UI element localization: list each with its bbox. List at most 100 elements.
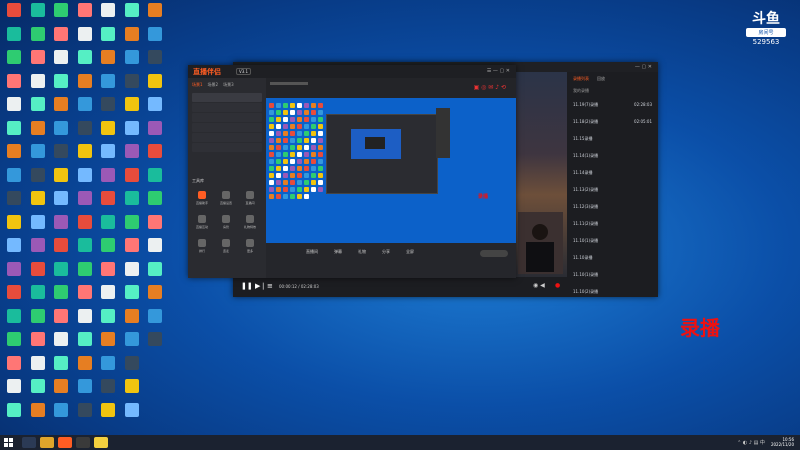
desktop-icon[interactable]	[50, 355, 72, 378]
desktop-icon[interactable]	[27, 26, 49, 49]
desktop-icon[interactable]	[121, 402, 143, 425]
list-item[interactable]: 11.12(3)录播	[567, 198, 658, 215]
desktop-icon[interactable]	[3, 144, 25, 166]
desktop-icon[interactable]	[121, 308, 143, 331]
tool-item[interactable]: 礼物特效	[238, 212, 262, 236]
taskbar-explorer-icon[interactable]	[40, 437, 54, 448]
desktop-icon[interactable]	[50, 238, 72, 260]
desktop-icon[interactable]	[121, 238, 143, 260]
list-item[interactable]: 11.19(7)录播 02:28:03	[567, 96, 658, 113]
desktop-icon[interactable]	[97, 402, 119, 425]
bottom-control-label[interactable]: 礼物	[358, 249, 366, 255]
desktop-icon[interactable]	[97, 355, 119, 378]
desktop-icon[interactable]	[97, 191, 119, 213]
tool-item[interactable]: 排行	[190, 236, 214, 260]
desktop-icon[interactable]	[27, 238, 49, 260]
desktop-icon[interactable]	[27, 73, 49, 96]
scene-tab-2[interactable]: 场景2	[208, 82, 219, 88]
desktop-icon[interactable]	[144, 120, 166, 143]
desktop-icon[interactable]	[3, 285, 25, 307]
desktop-icon[interactable]	[50, 308, 72, 331]
desktop-icon[interactable]	[121, 73, 143, 96]
desktop-icon[interactable]	[97, 3, 119, 25]
next-icon[interactable]: ▶❘	[255, 282, 266, 290]
desktop-icon[interactable]	[97, 26, 119, 49]
desktop-icon[interactable]	[50, 214, 72, 237]
desktop-icon[interactable]	[50, 3, 72, 25]
desktop-icon[interactable]	[50, 285, 72, 307]
tab-replay[interactable]: 回放	[597, 76, 605, 82]
desktop-icon[interactable]	[74, 26, 96, 49]
desktop-icon[interactable]	[97, 332, 119, 354]
desktop-icon[interactable]	[121, 144, 143, 166]
desktop-icon[interactable]	[27, 285, 49, 307]
desktop-icon[interactable]	[74, 214, 96, 237]
desktop-icon[interactable]	[121, 26, 143, 49]
desktop-icon[interactable]	[74, 144, 96, 166]
volume-icon[interactable]: ◉ ◀	[533, 282, 545, 289]
bottom-control-label[interactable]: 弹幕	[334, 249, 342, 255]
desktop-icon[interactable]	[50, 402, 72, 425]
tab-recordings[interactable]: 录播列表	[573, 76, 589, 82]
desktop-icon[interactable]	[27, 120, 49, 143]
desktop-icon[interactable]	[144, 191, 166, 213]
desktop-icon[interactable]	[50, 144, 72, 166]
desktop-icon[interactable]	[27, 402, 49, 425]
desktop-icon[interactable]	[3, 308, 25, 331]
desktop-icon[interactable]	[27, 332, 49, 354]
desktop-icon[interactable]	[3, 214, 25, 237]
desktop-icon[interactable]	[121, 261, 143, 284]
desktop-icon[interactable]	[121, 191, 143, 213]
desktop-icon[interactable]	[3, 191, 25, 213]
desktop-icon[interactable]	[121, 285, 143, 307]
desktop-icon[interactable]	[97, 214, 119, 237]
desktop-icon[interactable]	[144, 26, 166, 49]
desktop-icon[interactable]	[27, 97, 49, 119]
desktop-icon[interactable]	[74, 50, 96, 72]
desktop-icon[interactable]	[144, 3, 166, 25]
desktop-icon[interactable]	[144, 285, 166, 307]
desktop-icon[interactable]	[97, 120, 119, 143]
desktop-icon[interactable]	[27, 144, 49, 166]
record-badge-icon[interactable]: ●	[555, 282, 560, 289]
scene-source-row[interactable]	[192, 113, 262, 122]
desktop-icon[interactable]	[97, 50, 119, 72]
taskbar-douyu-icon[interactable]	[58, 437, 72, 448]
desktop-icon[interactable]	[50, 120, 72, 143]
desktop-icon[interactable]	[121, 120, 143, 143]
scene-source-row[interactable]	[192, 93, 262, 102]
bottom-control-label[interactable]: 全屏	[406, 249, 414, 255]
desktop-icon[interactable]	[121, 332, 143, 354]
toolbar-icons[interactable]: ▣ ◎ ✉ ♪ ⟲	[474, 84, 506, 91]
desktop-icon[interactable]	[3, 355, 25, 378]
tool-item[interactable]: 直播设置	[214, 188, 238, 212]
desktop-icon[interactable]	[3, 50, 25, 72]
desktop-icon[interactable]	[74, 167, 96, 190]
tool-item[interactable]: 更多	[238, 236, 262, 260]
desktop-icon[interactable]	[3, 238, 25, 260]
desktop-icon[interactable]	[97, 379, 119, 401]
desktop-icon[interactable]	[97, 97, 119, 119]
desktop-icon[interactable]	[50, 191, 72, 213]
list-item[interactable]: 11.15录播	[567, 130, 658, 147]
desktop-icon[interactable]	[74, 73, 96, 96]
list-icon[interactable]: ≡	[267, 282, 273, 290]
desktop-icon[interactable]	[97, 308, 119, 331]
desktop-icon[interactable]	[50, 73, 72, 96]
desktop-icon[interactable]	[27, 379, 49, 401]
desktop-icon[interactable]	[27, 3, 49, 25]
desktop-icon[interactable]	[27, 50, 49, 72]
desktop-icon[interactable]	[3, 261, 25, 284]
desktop-icon[interactable]	[121, 214, 143, 237]
start-live-button[interactable]	[480, 250, 508, 257]
desktop-icon[interactable]	[74, 191, 96, 213]
taskbar-search-icon[interactable]	[22, 437, 36, 448]
bottom-control-label[interactable]: 分享	[382, 249, 390, 255]
desktop-icon[interactable]	[121, 3, 143, 25]
list-item[interactable]: 11.10(1)录播	[567, 266, 658, 283]
desktop-icon[interactable]	[97, 261, 119, 284]
start-windows-icon[interactable]	[4, 437, 14, 448]
desktop-icon[interactable]	[50, 379, 72, 401]
desktop-icon[interactable]	[121, 50, 143, 72]
desktop-icon[interactable]	[144, 261, 166, 284]
